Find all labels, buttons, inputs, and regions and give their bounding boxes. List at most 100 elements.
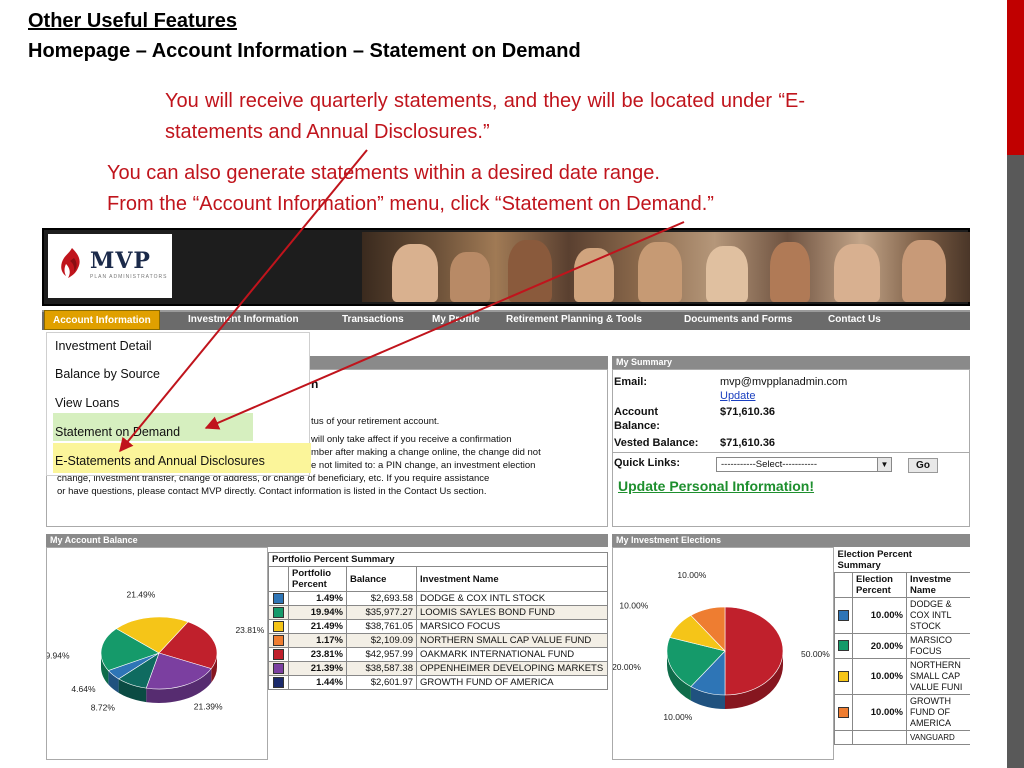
summary-panel-header: My Summary [612, 356, 970, 369]
account-balance-label: Balance: [614, 420, 660, 432]
flame-logo-icon [61, 248, 80, 278]
update-personal-info-link[interactable]: Update Personal Information! [618, 478, 814, 494]
table-cell: OPPENHEIMER DEVELOPING MARKETS [416, 661, 608, 677]
investment-elections-panel-header: My Investment Elections [612, 534, 970, 547]
table-cell: 10.00% [852, 597, 907, 634]
legend-swatch [273, 663, 284, 675]
table-cell: $2,601.97 [346, 675, 417, 691]
table-cell [834, 597, 853, 634]
table-cell: GROWTH FUND OF AMERICA [906, 694, 970, 731]
table-cell [268, 661, 289, 677]
column-header-color [834, 572, 853, 598]
legend-swatch [838, 670, 849, 682]
vested-balance-value: $71,610.36 [720, 437, 776, 449]
welcome-heading: n [311, 377, 319, 391]
nav-my-profile[interactable]: My Profile [432, 314, 480, 325]
table-caption: Portfolio Percent Summary [268, 552, 608, 567]
menu-item-balance-by-source[interactable]: Balance by Source [55, 367, 160, 381]
quick-links-selected: -----------Select----------- [721, 459, 818, 470]
column-header-name: Investme Name [906, 572, 970, 598]
menu-item-e-statements[interactable]: E-Statements and Annual Disclosures [55, 454, 265, 468]
nav-account-information[interactable]: Account Information [44, 310, 160, 330]
table-row: 21.49% $38,761.05 MARSICO FOCUS [268, 619, 608, 635]
table-row: 10.00% GROWTH FUND OF AMERICA [834, 694, 970, 731]
table-cell: VANGUARD [906, 730, 970, 745]
table-cell [268, 633, 289, 649]
legend-swatch [273, 635, 284, 647]
table-cell: MARSICO FOCUS [416, 619, 608, 635]
menu-item-investment-detail[interactable]: Investment Detail [55, 339, 152, 353]
nav-documents-forms[interactable]: Documents and Forms [684, 314, 792, 325]
menu-item-view-loans[interactable]: View Loans [55, 396, 119, 410]
table-cell: $42,957.99 [346, 647, 417, 663]
table-cell [268, 619, 289, 635]
investment-name-line: MARSICO [910, 635, 953, 645]
column-header-text: Election [856, 574, 893, 585]
quick-links-label: Quick Links: [614, 457, 681, 469]
table-cell [268, 675, 289, 691]
table-cell: MARSICO FOCUS [906, 633, 970, 659]
menu-item-statement-on-demand[interactable]: Statement on Demand [55, 425, 180, 439]
nav-retirement-planning[interactable]: Retirement Planning & Tools [506, 314, 642, 325]
table-row: 1.44% $2,601.97 GROWTH FUND OF AMERICA [268, 675, 608, 691]
email-value: mvp@mvpplanadmin.com [720, 376, 848, 388]
legend-swatch [838, 706, 849, 718]
legend-swatch [273, 593, 284, 604]
table-cell: 1.44% [288, 675, 347, 691]
welcome-text: e not limited to: a PIN change, an inves… [311, 460, 536, 471]
account-balance-label: Account [614, 406, 658, 418]
divider [612, 452, 970, 453]
pie-data-label: 21.49% [126, 590, 155, 600]
column-header-text: Portfolio [292, 568, 332, 579]
nav-investment-information[interactable]: Investment Information [188, 314, 299, 325]
nav-transactions[interactable]: Transactions [342, 314, 404, 325]
investment-name-line: VALUE FUNI [910, 682, 963, 692]
pie-data-label: 4.64% [71, 684, 96, 694]
legend-swatch [838, 609, 849, 621]
table-cell: GROWTH FUND OF AMERICA [416, 675, 608, 691]
column-header-text: Percent [292, 579, 327, 590]
logo-text: MVP [90, 248, 151, 274]
go-button[interactable]: Go [908, 458, 938, 473]
table-cell [268, 605, 289, 621]
update-email-link[interactable]: Update [720, 390, 755, 402]
table-cell: $2,109.09 [346, 633, 417, 649]
table-cell [834, 633, 853, 659]
callout-line: You can also generate statements within … [107, 162, 660, 184]
column-header-balance: Balance [346, 566, 417, 592]
account-balance-chart-area: 23.81% 21.39% 8.72% 4.64% 19.94% 21.49% [42, 547, 268, 760]
legend-swatch [273, 649, 284, 661]
election-summary-table: Election Percent Summary Election Percen… [834, 548, 970, 745]
chevron-down-icon[interactable]: ▼ [877, 458, 891, 471]
account-balance-value: $71,610.36 [720, 406, 776, 418]
legend-swatch [838, 640, 849, 652]
table-cell: DODGE & COX INTL STOCK [906, 597, 970, 634]
table-cell: $38,761.05 [346, 619, 417, 635]
vested-balance-label: Vested Balance: [614, 437, 699, 449]
column-header-text: Investme [910, 574, 952, 585]
table-cell [834, 730, 853, 745]
pie-data-label: 50.00% [801, 649, 830, 659]
welcome-text: or have questions, please contact MVP di… [57, 486, 487, 497]
table-row: 1.17% $2,109.09 NORTHERN SMALL CAP VALUE F… [268, 633, 608, 649]
pie-data-label: 8.72% [91, 702, 116, 712]
nav-contact-us[interactable]: Contact Us [828, 314, 881, 325]
pie-data-label: 23.81% [235, 625, 264, 635]
quick-links-select[interactable]: -----------Select----------- ▼ [716, 457, 892, 472]
table-cell: 1.49% [288, 590, 347, 607]
pie-data-label: 10.00% [663, 712, 692, 722]
investment-name-line: DODGE & [910, 599, 952, 609]
table-cell: 10.00% [852, 694, 907, 731]
main-nav: Account Information Investment Informati… [42, 310, 970, 330]
table-caption-line: Summary [837, 560, 881, 571]
callout-statement-on-demand: You can also generate statements within … [107, 158, 907, 220]
pie-data-label: 20.00% [613, 662, 641, 672]
welcome-text: mber after making a change online, the c… [311, 447, 541, 458]
table-cell [852, 730, 907, 745]
table-caption-line: Election Percent [837, 549, 912, 560]
table-cell [268, 647, 289, 663]
pie-data-label: 19.94% [47, 651, 70, 661]
table-cell: DODGE & COX INTL STOCK [416, 590, 608, 607]
site-logo[interactable]: MVP PLAN ADMINISTRATORS [48, 234, 172, 298]
investment-name-line: FUND OF [910, 707, 950, 717]
